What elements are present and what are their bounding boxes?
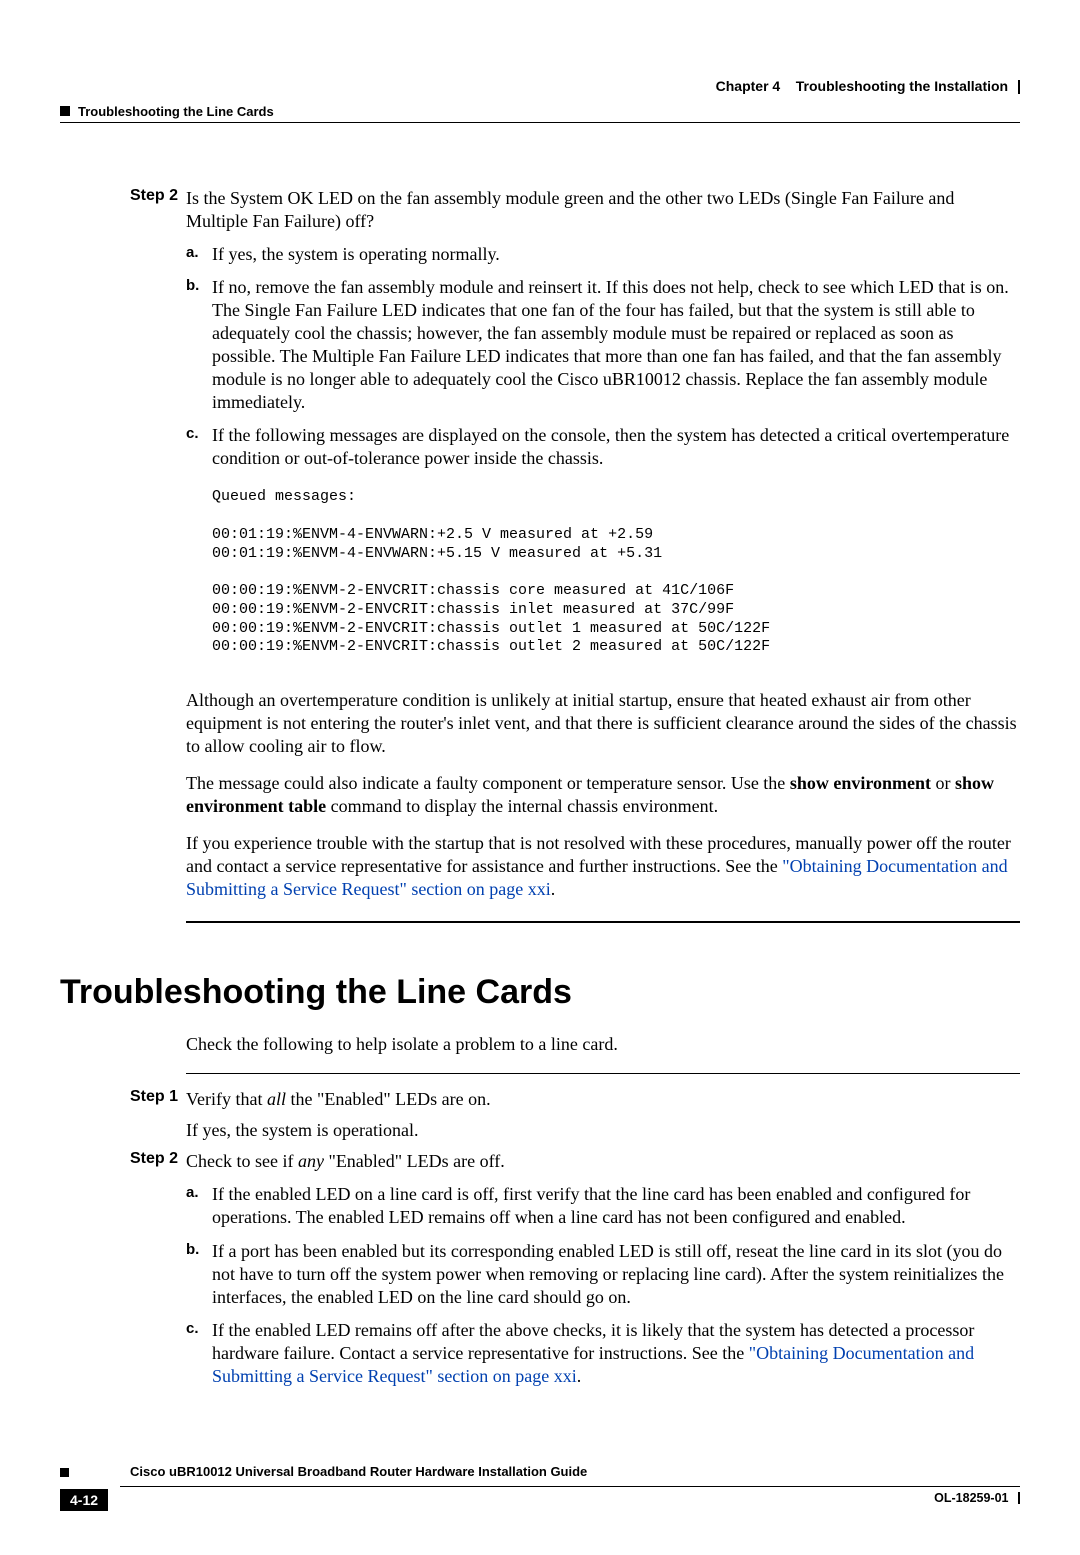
procedure-start-rule (186, 1073, 1020, 1074)
header-tick-icon (1018, 80, 1020, 94)
step-label: Step 1 (130, 1088, 186, 1142)
console-output: Queued messages: 00:01:19:%ENVM-4-ENVWAR… (212, 488, 1020, 657)
para-2: The message could also indicate a faulty… (186, 772, 1020, 818)
intro-para: Check the following to help isolate a pr… (186, 1034, 1020, 1055)
step-2: Step 2 Is the System OK LED on the fan a… (130, 187, 1020, 675)
chapter-title: Troubleshooting the Installation (796, 78, 1008, 94)
em-all: all (267, 1089, 286, 1109)
book-title: Cisco uBR10012 Universal Broadband Route… (130, 1464, 587, 1479)
sub-list: a. If yes, the system is operating norma… (186, 243, 1020, 470)
em-any: any (298, 1151, 324, 1171)
step-body: Is the System OK LED on the fan assembly… (186, 187, 1020, 675)
sub-item-a: a. If the enabled LED on a line card is … (186, 1183, 1020, 1229)
square-icon (60, 106, 70, 116)
square-icon (60, 1468, 69, 1477)
section-title: Troubleshooting the Line Cards (78, 104, 274, 119)
text-c: If the enabled LED remains off after the… (212, 1319, 1020, 1388)
marker-a: a. (186, 1183, 212, 1229)
text-c: If the following messages are displayed … (212, 424, 1020, 470)
section-end-rule (186, 921, 1020, 923)
content-area: Step 2 Is the System OK LED on the fan a… (60, 187, 1020, 1398)
header-right: Chapter 4 Troubleshooting the Installati… (716, 78, 1020, 94)
cmd-show-env: show environment (790, 773, 931, 793)
s2-step-2: Step 2 Check to see if any "Enabled" LED… (130, 1150, 1020, 1397)
sub-item-b: b. If no, remove the fan assembly module… (186, 276, 1020, 414)
sub-item-a: a. If yes, the system is operating norma… (186, 243, 1020, 266)
marker-b: b. (186, 276, 212, 414)
step-body: Check to see if any "Enabled" LEDs are o… (186, 1150, 1020, 1397)
sub-item-b: b. If a port has been enabled but its co… (186, 1240, 1020, 1309)
page: Chapter 4 Troubleshooting the Installati… (0, 0, 1080, 1555)
text-b: If no, remove the fan assembly module an… (212, 276, 1020, 414)
text-b: If a port has been enabled but its corre… (212, 1240, 1020, 1309)
running-header: Chapter 4 Troubleshooting the Installati… (60, 78, 1020, 102)
sub-list: a. If the enabled LED on a line card is … (186, 1183, 1020, 1387)
footer-line: Cisco uBR10012 Universal Broadband Route… (60, 1464, 1020, 1484)
step-label: Step 2 (130, 1150, 186, 1397)
heading-troubleshooting-line-cards: Troubleshooting the Line Cards (60, 973, 1020, 1012)
marker-c: c. (186, 1319, 212, 1388)
running-subheader: Troubleshooting the Line Cards (60, 104, 1020, 123)
step-intro: Is the System OK LED on the fan assembly… (186, 188, 954, 231)
marker-a: a. (186, 243, 212, 266)
para-1: Although an overtemperature condition is… (186, 689, 1020, 758)
step-body: Verify that all the "Enabled" LEDs are o… (186, 1088, 1020, 1142)
step-label: Step 2 (130, 187, 186, 675)
footer-tick-icon (1018, 1492, 1020, 1504)
s2-step-1: Step 1 Verify that all the "Enabled" LED… (130, 1088, 1020, 1142)
after-steps: Although an overtemperature condition is… (186, 689, 1020, 901)
marker-c: c. (186, 424, 212, 470)
doc-id: OL-18259-01 (934, 1491, 1020, 1505)
chapter-label: Chapter 4 (716, 78, 781, 94)
footer-rule (120, 1486, 1020, 1487)
text-a: If yes, the system is operating normally… (212, 243, 1020, 266)
page-number: 4-12 (60, 1489, 108, 1511)
text-a: If the enabled LED on a line card is off… (212, 1183, 1020, 1229)
step1-p2: If yes, the system is operational. (186, 1119, 1020, 1142)
marker-b: b. (186, 1240, 212, 1309)
para-3: If you experience trouble with the start… (186, 832, 1020, 901)
footer-bottom: 4-12 OL-18259-01 (60, 1489, 1020, 1515)
sub-item-c: c. If the following messages are display… (186, 424, 1020, 470)
footer: Cisco uBR10012 Universal Broadband Route… (60, 1464, 1020, 1515)
sub-item-c: c. If the enabled LED remains off after … (186, 1319, 1020, 1388)
